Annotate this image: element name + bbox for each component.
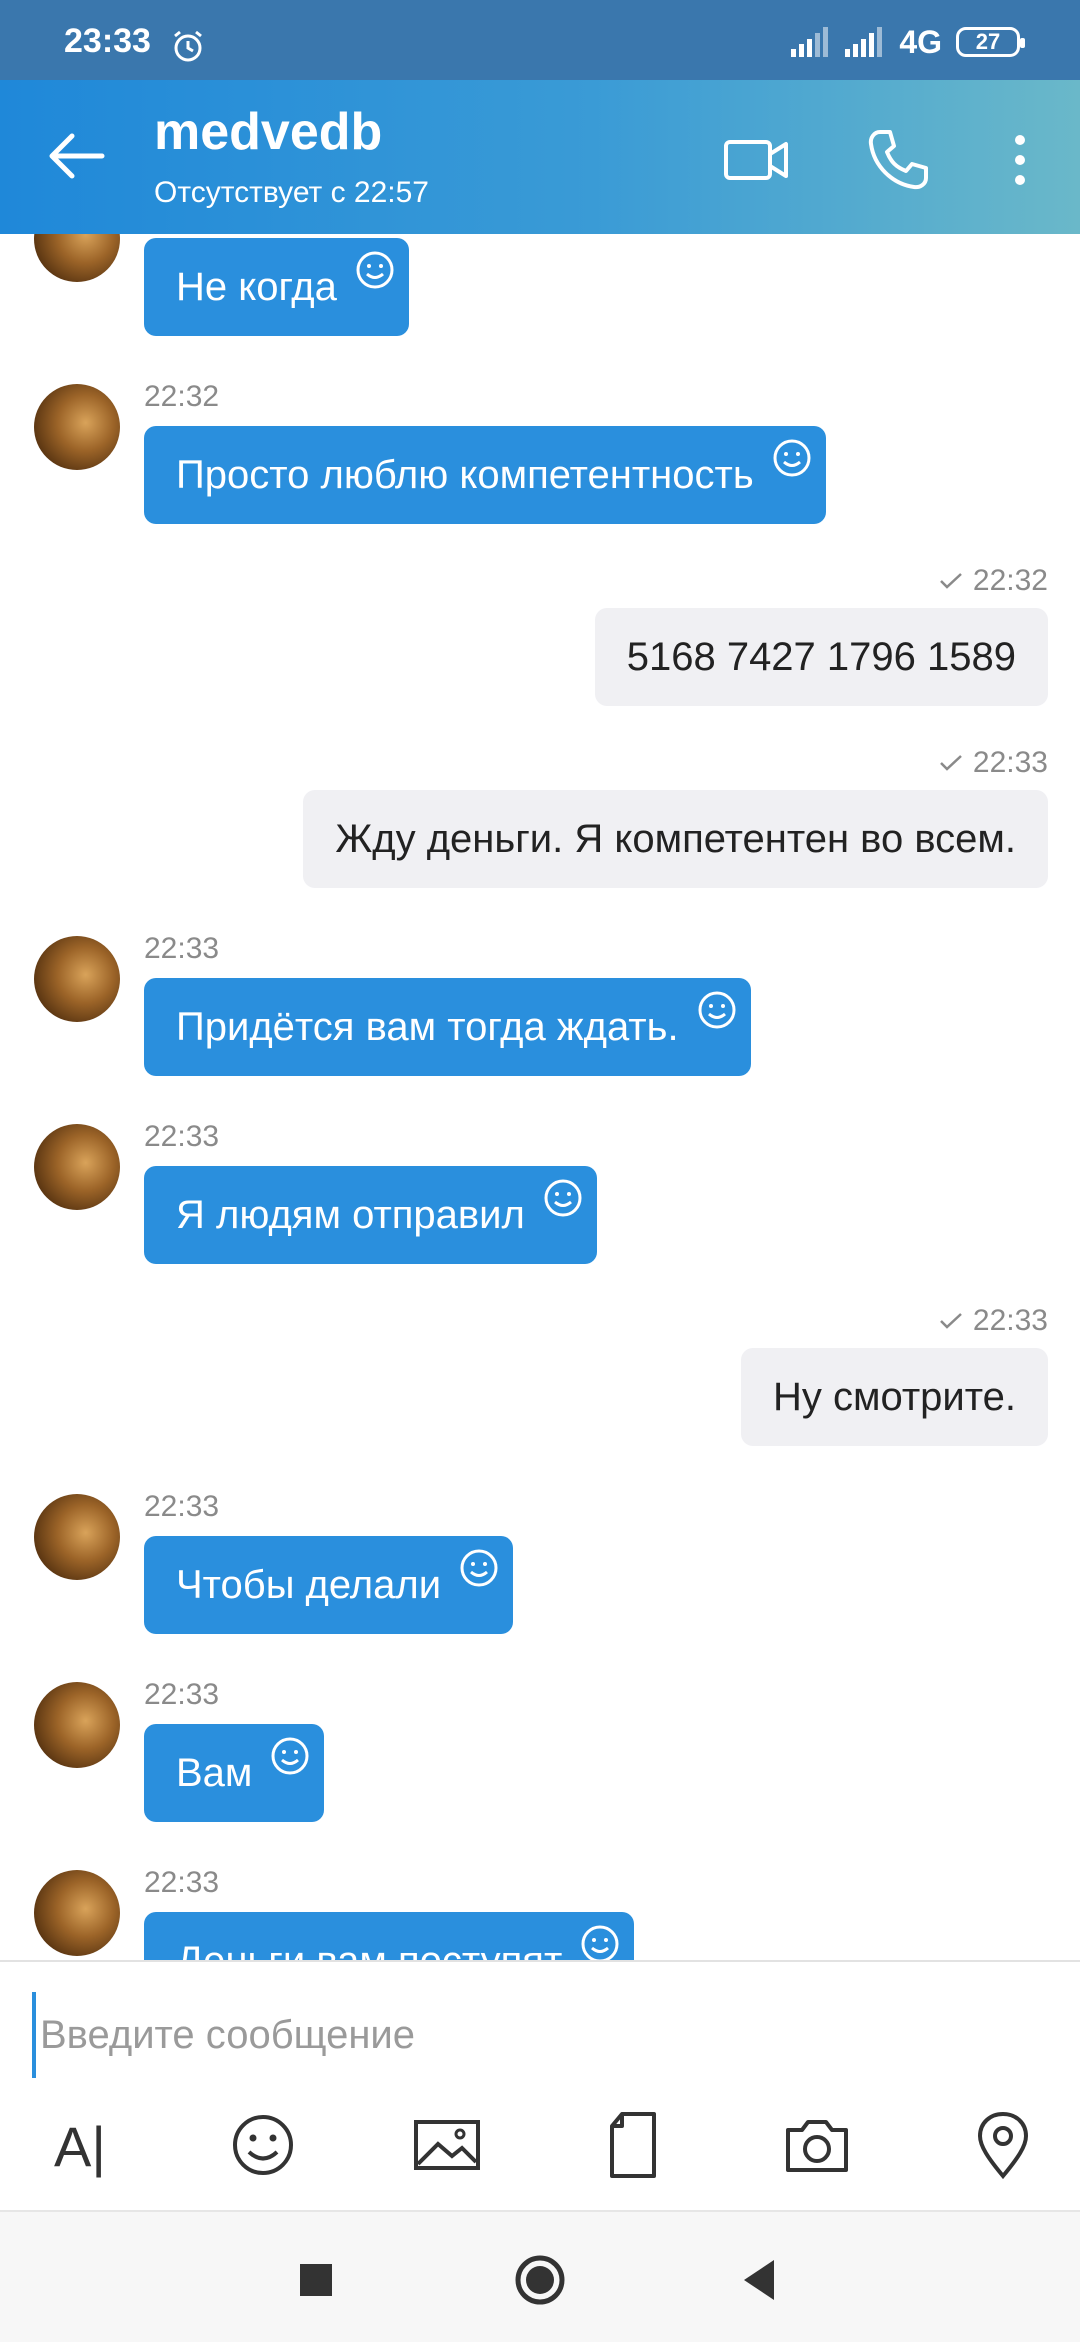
message-time: 22:33 (144, 1490, 220, 1523)
message-time-text: 22:33 (972, 746, 1048, 779)
contact-name[interactable]: medvedb (154, 102, 382, 162)
camera-icon[interactable] (782, 2110, 852, 2180)
video-call-icon[interactable] (720, 124, 792, 196)
recent-apps-icon[interactable] (284, 2248, 348, 2312)
incoming-message[interactable]: Чтобы делали (144, 1536, 514, 1634)
outgoing-message[interactable]: Ну смотрите. (740, 1348, 1048, 1446)
chat-header: medvedb Отсутствует с 22:57 (0, 80, 1080, 234)
smile-icon[interactable] (270, 1736, 310, 1776)
image-icon[interactable] (412, 2110, 482, 2180)
home-icon[interactable] (508, 2248, 572, 2312)
message-time: 22:33 (144, 1866, 220, 1899)
incoming-message[interactable]: Вам (144, 1724, 325, 1822)
phone-icon[interactable] (862, 124, 934, 196)
text-format-button[interactable]: A| (54, 2114, 106, 2179)
check-icon (940, 573, 962, 589)
back-arrow-icon[interactable] (40, 120, 112, 192)
message-time: 22:33 (144, 1678, 220, 1711)
signal-icon (791, 27, 829, 57)
smile-icon[interactable] (580, 1924, 620, 1960)
avatar[interactable] (34, 1494, 120, 1580)
incoming-message[interactable]: Придётся вам тогда ждать. (144, 978, 751, 1076)
avatar[interactable] (34, 936, 120, 1022)
smile-icon[interactable] (355, 250, 395, 290)
check-icon (940, 1313, 962, 1329)
smile-icon[interactable] (697, 990, 737, 1030)
battery-level: 27 (975, 29, 1001, 54)
message-text: Ну смотрите. (772, 1375, 1016, 1419)
contact-status: Отсутствует с 22:57 (154, 176, 429, 209)
message-text: Чтобы делали (176, 1563, 442, 1607)
incoming-message[interactable]: Деньги вам поступят (144, 1912, 635, 1960)
message-text: Не когда (176, 265, 337, 309)
file-icon[interactable] (598, 2110, 668, 2180)
avatar[interactable] (34, 1124, 120, 1210)
status-time: 23:33 (64, 22, 151, 60)
back-icon[interactable] (730, 2248, 794, 2312)
smile-icon[interactable] (459, 1548, 499, 1588)
message-time: 22:32 (144, 380, 220, 413)
message-time: 22:33 (939, 1304, 1048, 1338)
more-vert-icon[interactable] (1000, 124, 1040, 196)
message-composer: A| (0, 1960, 1080, 2212)
status-bar: 23:33 4G 27 (0, 0, 1080, 80)
emoji-icon[interactable] (228, 2110, 298, 2180)
message-text: Придётся вам тогда ждать. (176, 1005, 679, 1049)
avatar[interactable] (34, 1870, 120, 1956)
system-nav-bar (0, 2210, 1080, 2342)
check-icon (940, 755, 962, 771)
message-text: 5168 7427 1796 1589 (626, 635, 1016, 679)
message-input[interactable] (32, 1992, 1058, 2078)
outgoing-message[interactable]: Жду деньги. Я компетентен во всем. (303, 790, 1048, 888)
message-text: Просто люблю компетентность (176, 453, 754, 497)
incoming-message[interactable]: Просто люблю компетентность (144, 426, 826, 524)
smile-icon[interactable] (543, 1178, 583, 1218)
message-text: Вам (176, 1751, 253, 1795)
message-time: 22:32 (939, 564, 1048, 598)
smile-icon[interactable] (772, 438, 812, 478)
avatar[interactable] (34, 1682, 120, 1768)
message-text: Я людям отправил (176, 1193, 525, 1237)
message-time: 22:33 (144, 932, 220, 965)
battery-icon: 27 (956, 27, 1025, 57)
message-text: Деньги вам поступят (176, 1939, 562, 1960)
avatar[interactable] (34, 234, 120, 282)
alarm-icon (174, 30, 202, 62)
message-time-text: 22:32 (972, 564, 1048, 597)
message-text: Жду деньги. Я компетентен во всем. (335, 817, 1016, 861)
outgoing-message[interactable]: 5168 7427 1796 1589 (594, 608, 1048, 706)
avatar[interactable] (34, 384, 120, 470)
incoming-message[interactable]: Я людям отправил (144, 1166, 597, 1264)
composer-toolbar: A| (0, 2110, 1080, 2200)
message-list[interactable]: Не когда 22:32 Просто люблю компетентнос… (0, 234, 1080, 1960)
signal-icon (845, 27, 883, 57)
message-time: 22:33 (144, 1120, 220, 1153)
incoming-message[interactable]: Не когда (144, 238, 409, 336)
network-type: 4G (899, 23, 942, 60)
message-time-text: 22:33 (972, 1304, 1048, 1337)
location-icon[interactable] (968, 2110, 1038, 2180)
message-time: 22:33 (939, 746, 1048, 780)
